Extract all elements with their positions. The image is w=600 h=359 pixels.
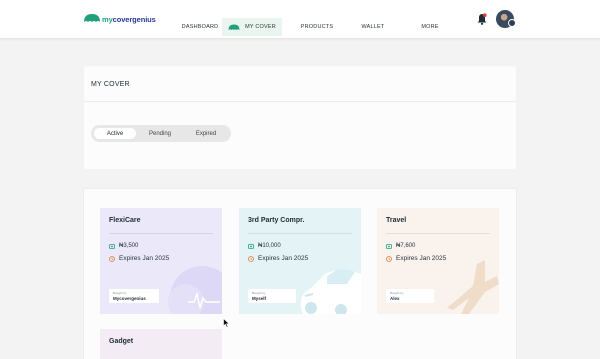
tab-pending[interactable]: Pending: [141, 128, 179, 139]
card-price-value: ₦10,000: [258, 243, 281, 249]
bought-by-value: Myself: [252, 296, 267, 301]
bell-icon: [477, 13, 487, 25]
my-cover-panel: MY COVER Active Pending Expired: [84, 66, 516, 169]
card-expiry-text: Expires Jan 2025: [258, 255, 309, 262]
notification-bell-button[interactable]: [477, 12, 487, 30]
card-title: Travel: [386, 217, 407, 224]
umbrella-logo-icon: [84, 14, 100, 22]
card-expiry: Expires Jan 2025: [248, 255, 308, 262]
nav-label: PRODUCTS: [300, 24, 334, 30]
cover-status-tabs: Active Pending Expired: [91, 125, 231, 142]
money-icon: [248, 243, 254, 249]
card-price: ₦3,500: [109, 243, 138, 249]
heartbeat-illustration: [168, 266, 222, 314]
nav-label: DASHBOARD: [181, 24, 219, 30]
money-icon: [386, 243, 392, 249]
card-title: Gadget: [109, 338, 134, 345]
cover-cards-panel: FlexiCare ₦3,500 Expires Jan 2025 Bought…: [84, 189, 516, 359]
card-price: ₦7,600: [386, 243, 415, 249]
card-expiry: Expires Jan 2025: [386, 255, 446, 262]
card-title: FlexiCare: [109, 217, 141, 224]
nav-label: MORE: [421, 24, 439, 30]
card-price: ₦10,000: [248, 243, 281, 249]
brand-logo-text: mycovergenius: [102, 14, 156, 24]
card-expiry-text: Expires Jan 2025: [396, 255, 447, 262]
umbrella-icon: [228, 24, 240, 30]
clock-icon: [386, 255, 392, 262]
avatar-menu-badge[interactable]: [508, 19, 516, 27]
divider: [248, 233, 352, 234]
nav-wallet[interactable]: WALLET: [359, 18, 387, 36]
card-expiry-text: Expires Jan 2025: [119, 255, 170, 262]
divider: [109, 233, 213, 234]
car-illustration: [300, 269, 361, 314]
card-expiry: Expires Jan 2025: [109, 255, 169, 262]
bought-by-badge: Bought by Myself: [248, 289, 296, 303]
tab-expired[interactable]: Expired: [187, 128, 225, 139]
money-icon: [109, 243, 115, 249]
clock-icon: [248, 255, 254, 262]
clock-icon: [109, 255, 115, 262]
airplane-illustration: [447, 260, 499, 314]
card-price-value: ₦3,500: [119, 243, 139, 249]
page-title: MY COVER: [91, 81, 130, 88]
cover-card-travel[interactable]: Travel ₦7,600 Expires Jan 2025 Bought by…: [377, 208, 499, 314]
bought-by-value: Alex: [390, 296, 400, 301]
nav-my-cover[interactable]: MY COVER: [222, 18, 282, 36]
nav-label: WALLET: [361, 24, 385, 30]
nav-label: MY COVER: [245, 24, 276, 30]
top-navigation-bar: mycovergenius DASHBOARD MY COVER PRODUCT…: [0, 0, 600, 38]
bought-by-value: Mycovergenius: [113, 296, 146, 301]
nav-products[interactable]: PRODUCTS: [300, 18, 334, 36]
cover-card-3rd-party[interactable]: 3rd Party Compr. ₦10,000 Expires Jan 202…: [239, 208, 361, 314]
tab-active[interactable]: Active: [94, 128, 136, 139]
divider: [84, 101, 516, 102]
bought-by-label: Bought by: [390, 291, 404, 295]
card-title: 3rd Party Compr.: [248, 217, 305, 224]
nav-dashboard[interactable]: DASHBOARD: [181, 18, 219, 36]
cover-card-flexicare[interactable]: FlexiCare ₦3,500 Expires Jan 2025 Bought…: [100, 208, 222, 314]
cover-card-gadget[interactable]: Gadget: [100, 329, 222, 359]
bought-by-label: Bought by: [252, 291, 266, 295]
nav-more[interactable]: MORE: [420, 18, 440, 36]
bought-by-badge: Bought by Mycovergenius: [109, 289, 159, 303]
mouse-cursor-icon: [223, 318, 230, 328]
bought-by-badge: Bought by Alex: [386, 289, 434, 303]
card-price-value: ₦7,600: [396, 243, 416, 249]
divider: [386, 233, 490, 234]
bought-by-label: Bought by: [113, 291, 127, 295]
brand-logo[interactable]: mycovergenius: [83, 11, 156, 27]
